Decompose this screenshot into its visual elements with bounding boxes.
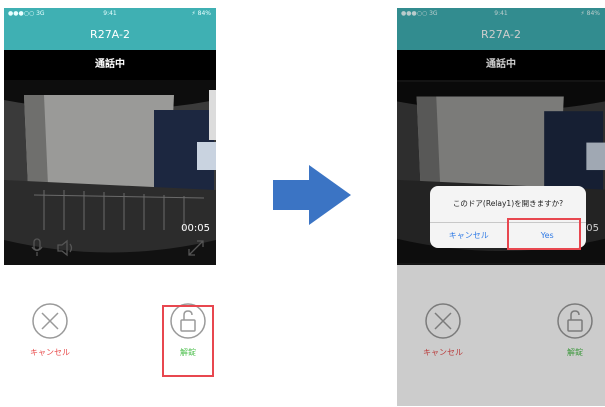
cancel-button[interactable]: キャンセル: [20, 301, 80, 358]
call-timer: 00:05: [181, 223, 210, 234]
dialog-cancel-button[interactable]: キャンセル: [430, 223, 508, 248]
arrow-right-icon: [273, 165, 351, 229]
cancel-label: キャンセル: [30, 348, 70, 357]
call-status: 通話中: [4, 50, 216, 80]
unlock-highlight: [162, 305, 214, 377]
yes-highlight: [507, 218, 581, 250]
phone-screen-before: ●●●○○ 3G 9:41 ⚡ 84% R27A-2 通話中 00:05 キャン…: [4, 8, 216, 406]
battery-indicator: ⚡ 84%: [191, 10, 211, 17]
status-time: 9:41: [103, 10, 117, 17]
cancel-x-icon: [30, 301, 70, 341]
video-feed: 00:05: [4, 80, 216, 265]
screen-title: R27A-2: [4, 19, 216, 50]
phone-screen-after: ●●●○○ 3G 9:41 ⚡ 84% R27A-2 通話中 00:05 キャン…: [397, 8, 605, 406]
status-bar: ●●●○○ 3G 9:41 ⚡ 84%: [4, 8, 216, 19]
call-controls: キャンセル 解錠: [4, 265, 216, 406]
